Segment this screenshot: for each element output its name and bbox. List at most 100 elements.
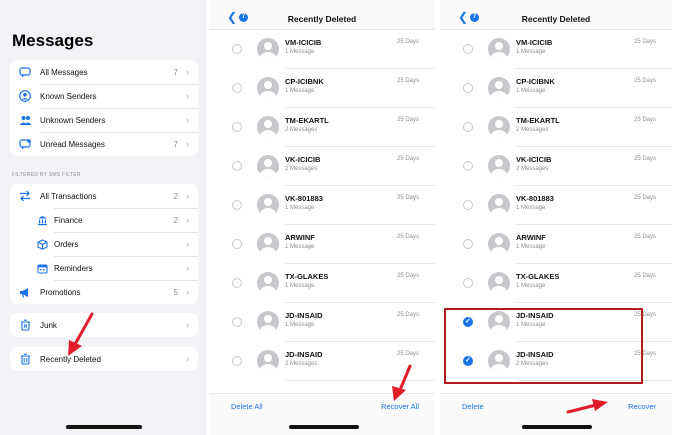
avatar	[488, 350, 510, 372]
sender-name: CP-ICIBNK	[285, 77, 324, 86]
message-count: 2 Messages	[516, 361, 549, 367]
sender-name: VK-801883	[285, 194, 323, 203]
menu-item-junk[interactable]: Junk ›	[10, 313, 198, 337]
days-remaining: 25 Days	[396, 273, 419, 279]
message-count: 1 Message	[516, 283, 546, 289]
message-count: 1 Message	[285, 283, 315, 289]
days-remaining: 25 Days	[633, 312, 656, 318]
list-item[interactable]: JD-INSAID 2 Messages 25 Days	[209, 342, 435, 381]
list-item[interactable]: VK-ICICIB 2 Messages 25 Days	[209, 147, 435, 186]
calendar-icon	[10, 263, 54, 274]
filter-group: All Transactions 2 › Finance 2 › Orders …	[10, 184, 198, 304]
delete-all-button[interactable]: Delete All	[231, 402, 263, 411]
checkbox-empty-icon[interactable]	[232, 356, 242, 366]
days-remaining: 25 Days	[633, 195, 656, 201]
menu-item-known-senders[interactable]: Known Senders ›	[10, 84, 198, 108]
days-remaining: 25 Days	[633, 273, 656, 279]
list-item[interactable]: ✓ JD-INSAID 2 Messages 25 Days	[440, 342, 672, 381]
filter-section-header: FILTERED BY SMS FILTER	[12, 172, 81, 178]
menu-item-promotions[interactable]: Promotions 5 ›	[10, 280, 198, 304]
checkbox-empty-icon[interactable]	[232, 44, 242, 54]
chevron-right-icon: ›	[186, 215, 189, 225]
checkbox-checked-icon[interactable]: ✓	[463, 317, 473, 327]
message-count: 2 Messages	[285, 166, 318, 172]
message-count: 2 Messages	[516, 127, 549, 133]
list-item[interactable]: ARWINF 1 Message 25 Days	[209, 225, 435, 264]
checkbox-empty-icon[interactable]	[463, 239, 473, 249]
list-item[interactable]: VM-ICICIB 1 Message 25 Days	[440, 30, 672, 69]
message-count: 1 Message	[285, 244, 315, 250]
menu-item-finance[interactable]: Finance 2 ›	[10, 208, 198, 232]
sender-name: TM-EKARTL	[285, 116, 329, 125]
list-item[interactable]: ARWINF 1 Message 25 Days	[440, 225, 672, 264]
checkbox-empty-icon[interactable]	[463, 83, 473, 93]
chevron-right-icon: ›	[186, 191, 189, 201]
checkbox-empty-icon[interactable]	[463, 278, 473, 288]
page-title: Recently Deleted	[287, 14, 357, 24]
sender-name: JD-INSAID	[285, 311, 323, 320]
checkbox-empty-icon[interactable]	[232, 278, 242, 288]
menu-item-all-messages[interactable]: All Messages 7 ›	[10, 60, 198, 84]
days-remaining: 25 Days	[633, 117, 656, 123]
avatar	[257, 77, 279, 99]
checkbox-empty-icon[interactable]	[232, 122, 242, 132]
chevron-right-icon: ›	[186, 354, 189, 364]
sender-name: VK-ICICIB	[516, 155, 552, 164]
list-item[interactable]: TX-GLAKES 1 Message 25 Days	[209, 264, 435, 303]
sender-name: JD-INSAID	[516, 311, 554, 320]
list-item[interactable]: VM-ICICIB 1 Message 25 Days	[209, 30, 435, 69]
menu-item-orders[interactable]: Orders ›	[10, 232, 198, 256]
menu-item-recently-deleted[interactable]: Recently Deleted ›	[10, 347, 198, 371]
sender-name: ARWINF	[516, 233, 546, 242]
megaphone-icon	[10, 287, 40, 298]
sender-name: JD-INSAID	[285, 350, 323, 359]
chevron-right-icon: ›	[186, 263, 189, 273]
recover-button[interactable]: Recover	[628, 402, 656, 411]
message-count: 1 Message	[516, 244, 546, 250]
message-count: 1 Message	[516, 49, 546, 55]
message-count: 1 Message	[285, 205, 315, 211]
menu-item-reminders[interactable]: Reminders ›	[10, 256, 198, 280]
checkbox-empty-icon[interactable]	[232, 161, 242, 171]
list-item[interactable]: TM-EKARTL 2 Messages 25 Days	[209, 108, 435, 147]
person-icon	[10, 90, 40, 102]
menu-item-unknown-senders[interactable]: Unknown Senders ›	[10, 108, 198, 132]
list-item[interactable]: CP-ICIBNK 1 Message 25 Days	[440, 69, 672, 108]
list-item[interactable]: VK-801883 1 Message 25 Days	[209, 186, 435, 225]
checkbox-empty-icon[interactable]	[232, 317, 242, 327]
checkbox-empty-icon[interactable]	[463, 44, 473, 54]
avatar	[257, 155, 279, 177]
sender-name: CP-ICIBNK	[516, 77, 555, 86]
checkbox-checked-icon[interactable]: ✓	[463, 356, 473, 366]
checkbox-empty-icon[interactable]	[232, 200, 242, 210]
message-count: 1 Message	[516, 88, 546, 94]
days-remaining: 25 Days	[396, 195, 419, 201]
chevron-right-icon: ›	[186, 139, 189, 149]
checkbox-empty-icon[interactable]	[463, 200, 473, 210]
trash-x-icon	[10, 319, 40, 331]
finance-icon	[10, 215, 54, 226]
list-item[interactable]: JD-INSAID 1 Message 25 Days	[209, 303, 435, 342]
list-item[interactable]: VK-ICICIB 2 Messages 25 Days	[440, 147, 672, 186]
list-item[interactable]: ✓ JD-INSAID 1 Message 25 Days	[440, 303, 672, 342]
avatar	[257, 272, 279, 294]
list-item[interactable]: TM-EKARTL 2 Messages 25 Days	[440, 108, 672, 147]
recently-deleted-selection-screen: ❮ 7 Recently Deleted VM-ICICIB 1 Message 2…	[440, 0, 672, 435]
list-item[interactable]: TX-GLAKES 1 Message 25 Days	[440, 264, 672, 303]
list-item[interactable]: CP-ICIBNK 1 Message 25 Days	[209, 69, 435, 108]
menu-item-unread-messages[interactable]: Unread Messages 7 ›	[10, 132, 198, 156]
checkbox-empty-icon[interactable]	[232, 239, 242, 249]
row-divider	[516, 380, 672, 381]
recently-deleted-group: Recently Deleted ›	[10, 347, 198, 371]
menu-item-all-transactions[interactable]: All Transactions 2 ›	[10, 184, 198, 208]
checkbox-empty-icon[interactable]	[463, 161, 473, 171]
recover-all-button[interactable]: Recover All	[381, 402, 419, 411]
checkbox-empty-icon[interactable]	[232, 83, 242, 93]
chevron-right-icon: ›	[186, 287, 189, 297]
checkbox-empty-icon[interactable]	[463, 122, 473, 132]
days-remaining: 25 Days	[633, 351, 656, 357]
chevron-right-icon: ›	[186, 320, 189, 330]
delete-button[interactable]: Delete	[462, 402, 484, 411]
list-item[interactable]: VK-801883 1 Message 25 Days	[440, 186, 672, 225]
transfer-arrows-icon	[10, 190, 40, 202]
